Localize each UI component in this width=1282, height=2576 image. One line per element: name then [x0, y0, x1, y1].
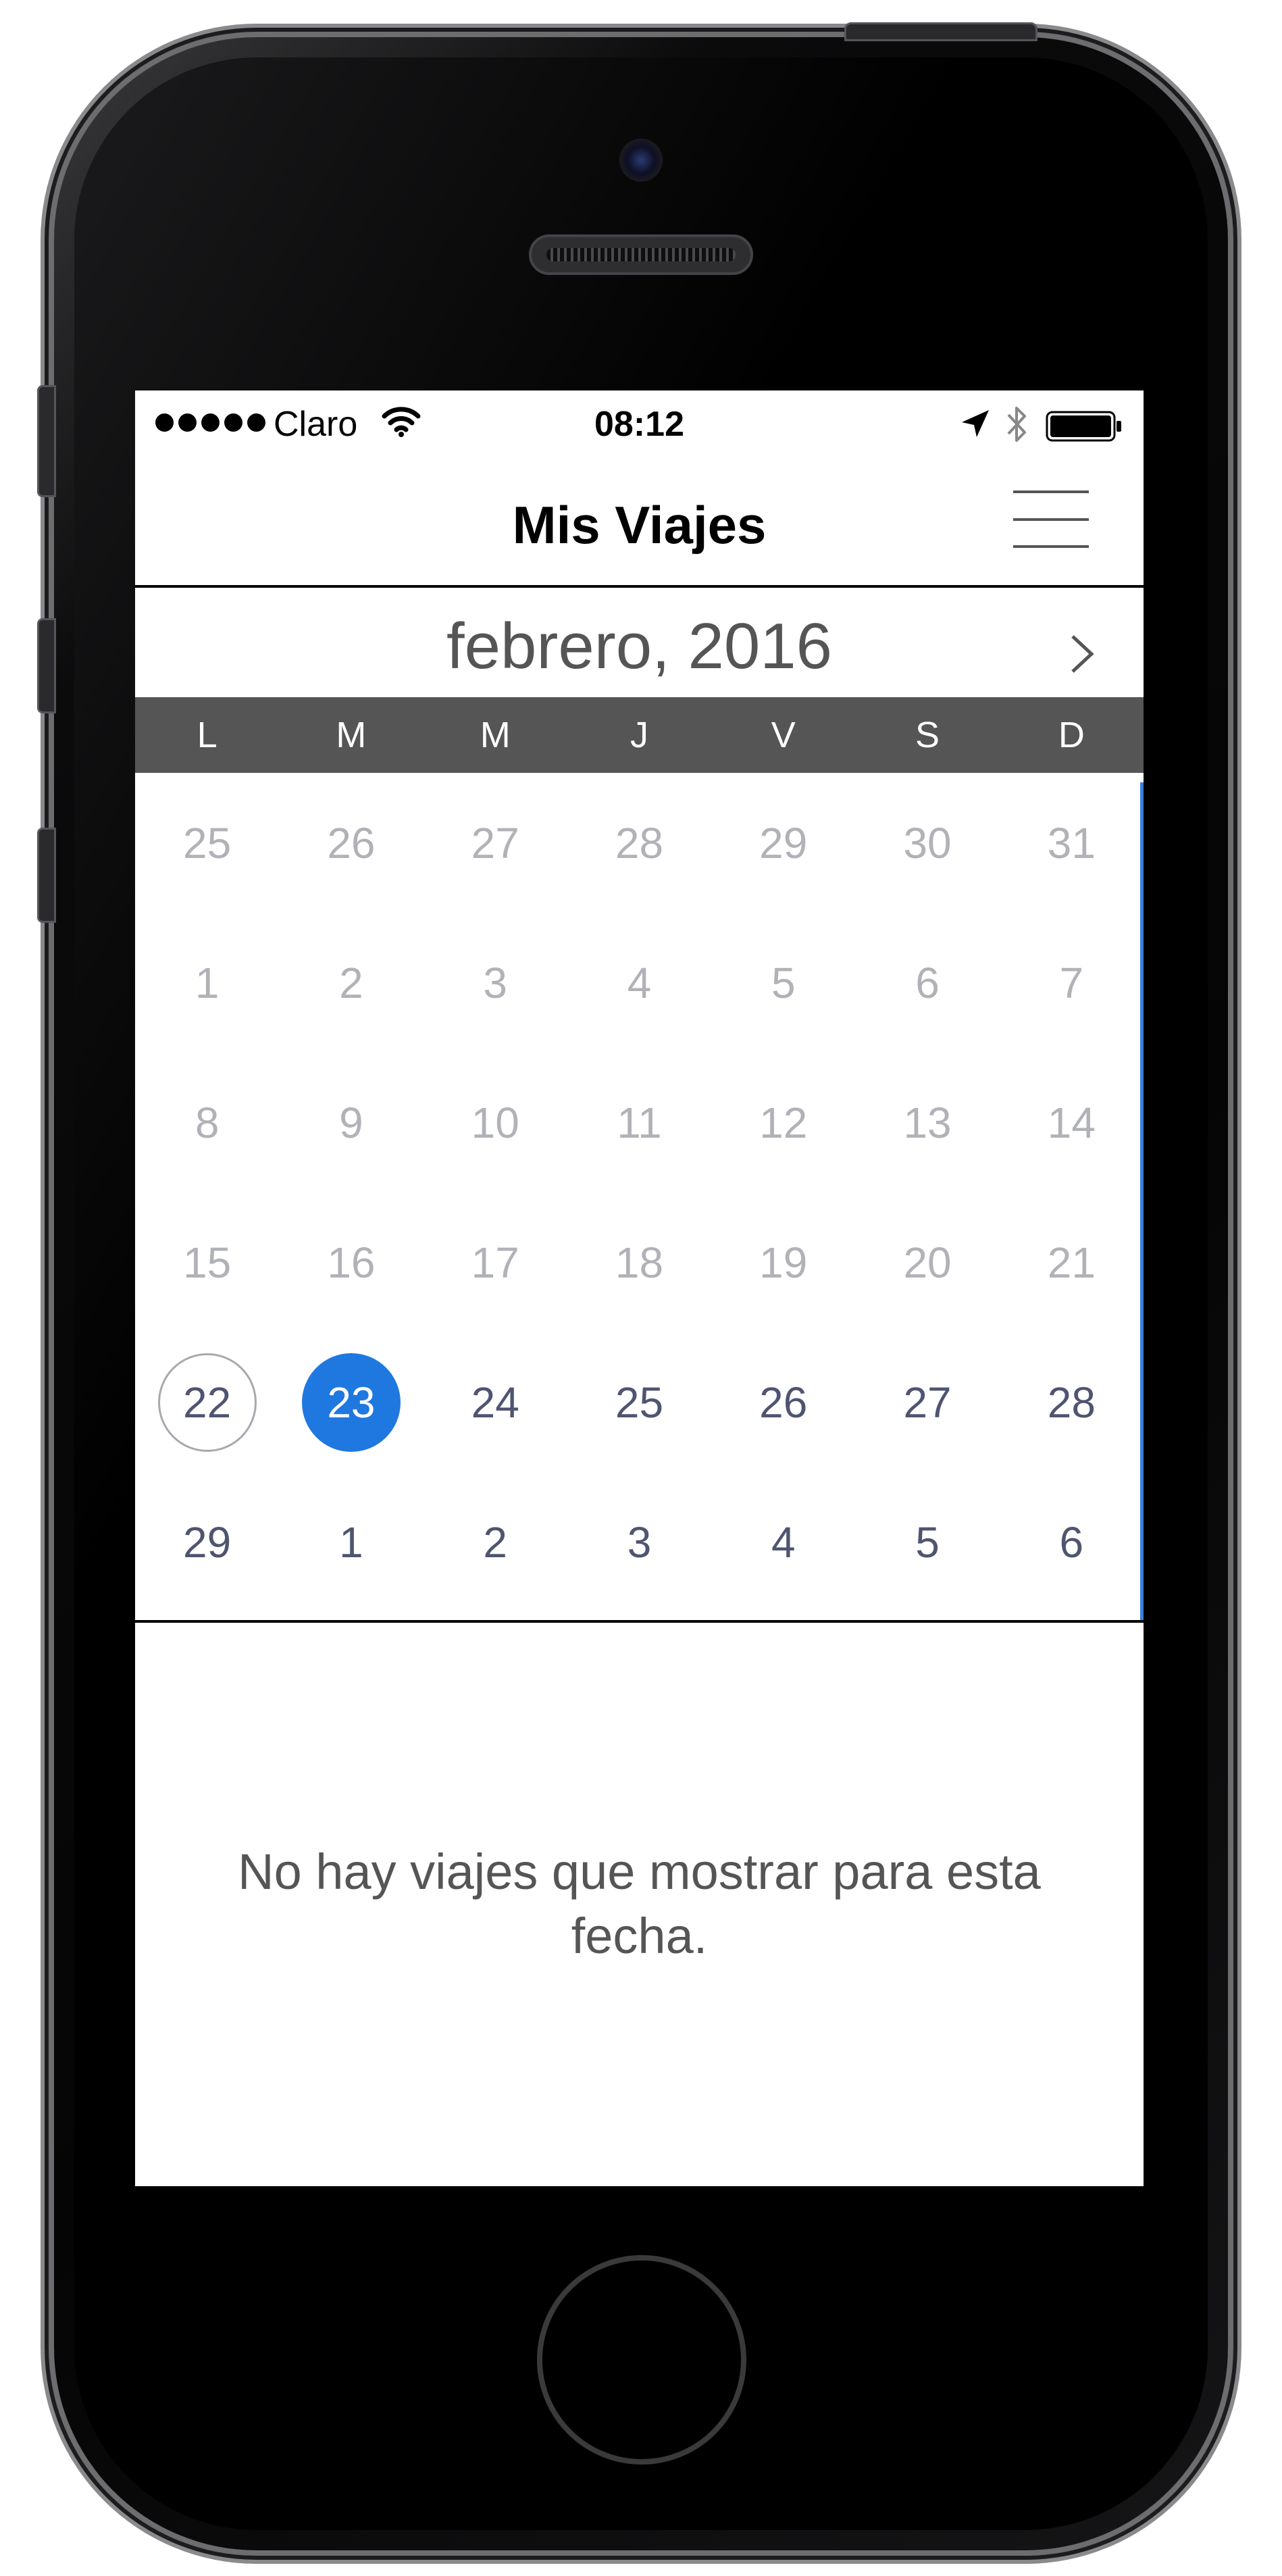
- calendar-day[interactable]: 16: [279, 1192, 423, 1332]
- calendar-day[interactable]: 28: [1000, 1332, 1144, 1472]
- status-time: 08:12: [594, 405, 684, 444]
- calendar-day-today[interactable]: 22: [135, 1332, 279, 1472]
- calendar-day[interactable]: 8: [135, 1053, 279, 1192]
- calendar-grid: 25 26 27 28 29 30 31 1 2 3 4 5 6 7 8 9 1…: [135, 773, 1144, 1615]
- calendar-day[interactable]: 9: [279, 1053, 423, 1192]
- section-divider: [135, 1620, 1144, 1623]
- empty-state-message: No hay viajes que mostrar para esta fech…: [238, 1844, 1041, 1964]
- calendar-day[interactable]: 31: [1000, 773, 1144, 913]
- calendar-day-selected[interactable]: 23: [279, 1332, 423, 1472]
- calendar-day[interactable]: 2: [424, 1472, 567, 1612]
- calendar-day[interactable]: 4: [711, 1472, 855, 1612]
- calendar-week: 29 1 2 3 4 5 6: [135, 1472, 1144, 1612]
- hamburger-menu-icon[interactable]: [1013, 490, 1089, 548]
- month-label: febrero, 2016: [446, 610, 833, 682]
- location-arrow-icon: [962, 410, 989, 437]
- calendar-day[interactable]: 14: [1000, 1053, 1144, 1192]
- calendar-week: 15 16 17 18 19 20 21: [135, 1192, 1144, 1332]
- calendar-day[interactable]: 3: [567, 1472, 711, 1612]
- month-header: febrero, 2016: [135, 588, 1144, 697]
- home-button[interactable]: [537, 2255, 746, 2465]
- calendar-day[interactable]: 19: [711, 1192, 855, 1332]
- calendar-day[interactable]: 5: [855, 1472, 999, 1612]
- calendar-day[interactable]: 1: [279, 1472, 423, 1612]
- calendar-day[interactable]: 25: [135, 773, 279, 913]
- calendar-day[interactable]: 5: [711, 913, 855, 1053]
- calendar-day[interactable]: 1: [135, 913, 279, 1053]
- calendar-day[interactable]: 7: [1000, 913, 1144, 1053]
- calendar-day[interactable]: 20: [855, 1192, 999, 1332]
- calendar-day[interactable]: 28: [567, 773, 711, 913]
- calendar-day[interactable]: 17: [424, 1192, 567, 1332]
- volume-down-button: [37, 828, 56, 923]
- weekday-label: D: [1058, 715, 1085, 755]
- calendar-week: 22 23 24 25 26 27 28: [135, 1332, 1144, 1472]
- calendar-day[interactable]: 12: [711, 1053, 855, 1192]
- calendar-day[interactable]: 15: [135, 1192, 279, 1332]
- weekday-label: M: [480, 715, 511, 755]
- calendar-day[interactable]: 24: [424, 1332, 567, 1472]
- calendar-day[interactable]: 29: [711, 773, 855, 913]
- calendar-day[interactable]: 11: [567, 1053, 711, 1192]
- calendar-day[interactable]: 27: [855, 1332, 999, 1472]
- weekday-label: J: [630, 715, 648, 755]
- calendar-edge-accent: [1140, 782, 1144, 1620]
- app-screen: Claro 08:12 Mis Viajes febrero, 2016 L M…: [135, 390, 1144, 2186]
- calendar-day[interactable]: 21: [1000, 1192, 1144, 1332]
- navigation-bar: Mis Viajes: [135, 458, 1144, 588]
- status-bar: Claro 08:12: [135, 390, 1144, 458]
- calendar-day[interactable]: 10: [424, 1053, 567, 1192]
- calendar-day[interactable]: 29: [135, 1472, 279, 1612]
- calendar-week: 25 26 27 28 29 30 31: [135, 773, 1144, 913]
- mute-switch: [37, 385, 56, 497]
- calendar-day[interactable]: 4: [567, 913, 711, 1053]
- weekday-label: S: [915, 715, 940, 755]
- calendar-day[interactable]: 26: [711, 1332, 855, 1472]
- calendar-week: 8 9 10 11 12 13 14: [135, 1053, 1144, 1192]
- weekday-label: L: [197, 715, 217, 755]
- weekday-label: M: [336, 715, 367, 755]
- earpiece-speaker: [529, 234, 753, 275]
- volume-up-button: [37, 618, 56, 713]
- page-title: Mis Viajes: [512, 495, 767, 555]
- chevron-right-icon[interactable]: [1060, 627, 1101, 681]
- battery-icon: [1046, 411, 1121, 442]
- calendar-day[interactable]: 26: [279, 773, 423, 913]
- calendar-day[interactable]: 3: [424, 913, 567, 1053]
- calendar-day[interactable]: 30: [855, 773, 999, 913]
- calendar-day[interactable]: 18: [567, 1192, 711, 1332]
- front-camera: [619, 138, 663, 182]
- bluetooth-icon: [1007, 407, 1026, 442]
- calendar-day[interactable]: 25: [567, 1332, 711, 1472]
- weekday-header: L M M J V S D: [135, 697, 1144, 773]
- calendar-day[interactable]: 6: [855, 913, 999, 1053]
- power-button: [844, 22, 1037, 41]
- calendar-week: 1 2 3 4 5 6 7: [135, 913, 1144, 1053]
- calendar-day[interactable]: 13: [855, 1053, 999, 1192]
- calendar-day[interactable]: 27: [424, 773, 567, 913]
- calendar-day[interactable]: 2: [279, 913, 423, 1053]
- weekday-label: V: [771, 715, 796, 755]
- calendar-day[interactable]: 6: [1000, 1472, 1144, 1612]
